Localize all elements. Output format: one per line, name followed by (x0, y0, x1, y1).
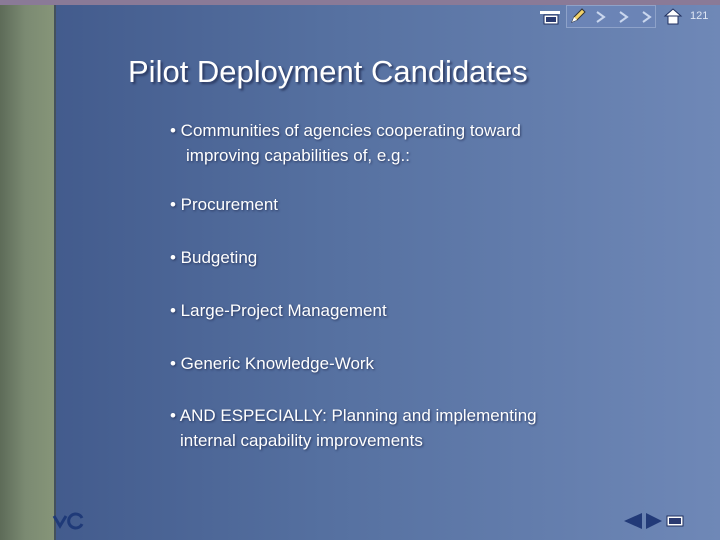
bullet-item: • Communities of agencies cooperating to… (170, 121, 521, 140)
arrow-icon[interactable] (640, 9, 654, 25)
slide-title: Pilot Deployment Candidates (128, 54, 528, 89)
pen-icon[interactable] (569, 7, 587, 25)
previous-slide-icon[interactable] (622, 511, 644, 531)
bullet-item: • AND ESPECIALLY: Planning and implement… (170, 406, 537, 425)
page-number: 121 (690, 10, 709, 22)
left-decorative-strip (0, 0, 56, 540)
home-icon[interactable] (663, 6, 683, 26)
slide-sorter-icon[interactable] (666, 513, 686, 529)
bullet-continuation: internal capability improvements (180, 431, 423, 450)
bullet-item: • Large-Project Management (170, 301, 387, 320)
bullet-continuation: improving capabilities of, e.g.: (186, 146, 410, 165)
logo-icon (52, 510, 88, 530)
bullet-item: • Generic Knowledge-Work (170, 354, 375, 373)
arrow-icon[interactable] (617, 9, 631, 25)
next-slide-icon[interactable] (644, 511, 664, 531)
slides-icon[interactable] (540, 9, 562, 25)
arrow-icon[interactable] (594, 9, 608, 25)
bullet-item: • Budgeting (170, 248, 258, 267)
bullet-item: • Procurement (170, 195, 278, 214)
